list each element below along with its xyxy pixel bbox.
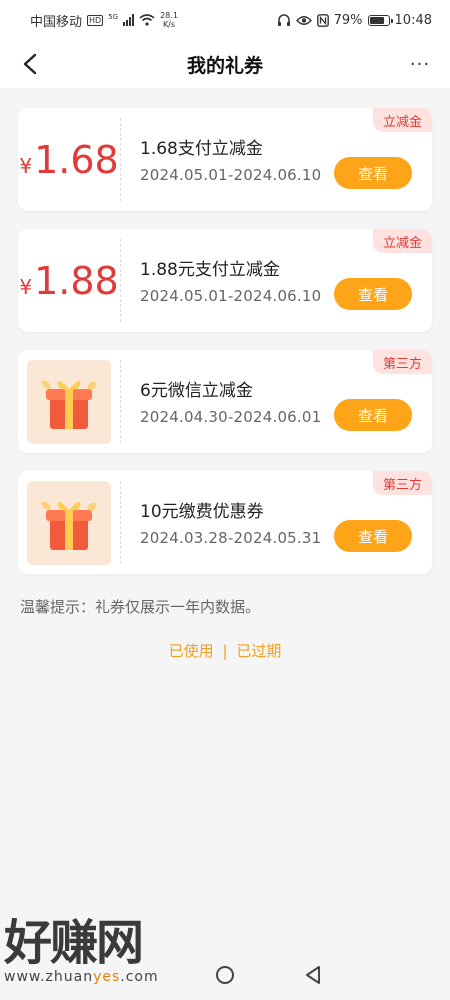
coupon-card: 6元微信立减金 2024.04.30-2024.06.01 查看 第三方 — [18, 350, 432, 453]
gift-box-icon — [27, 480, 111, 565]
coupon-tag: 第三方 — [372, 471, 432, 495]
coupon-dates: 2024.03.28-2024.05.31 — [140, 529, 322, 547]
coupon-dates: 2024.04.30-2024.06.01 — [140, 408, 322, 426]
dashed-divider — [120, 481, 121, 564]
notice-text: 温馨提示：礼券仅展示一年内数据。 — [20, 598, 261, 616]
coupon-list: ¥1.68 1.68支付立减金 2024.05.01-2024.06.10 查看… — [18, 108, 432, 592]
net-speed: 28.1 K/s — [160, 11, 178, 29]
coupon-title: 1.88元支付立减金 — [140, 260, 280, 280]
clock: 10:48 — [394, 12, 432, 28]
nav-bar: 我的礼券 ··· — [0, 40, 450, 88]
status-bar: 中国移动 HD 5G 28.1 K/s 79% 10:48 — [0, 0, 450, 40]
dashed-divider — [120, 360, 121, 443]
home-icon[interactable] — [216, 966, 234, 984]
coupon-image-area — [18, 471, 120, 574]
network-type-label: 5G — [108, 13, 119, 21]
signal-icon — [123, 14, 135, 26]
coupon-title: 10元缴费优惠券 — [140, 502, 264, 522]
coupon-dates: 2024.05.01-2024.06.10 — [140, 287, 322, 305]
carrier-label: 中国移动 — [30, 14, 83, 30]
coupon-title: 6元微信立减金 — [140, 381, 253, 401]
coupon-tag: 立减金 — [372, 108, 432, 132]
dashed-divider — [120, 118, 121, 201]
back-button[interactable] — [16, 50, 44, 78]
gift-box-icon — [27, 359, 111, 444]
coupon-amount-area: ¥1.68 — [18, 108, 120, 211]
battery-icon — [367, 14, 393, 26]
used-link[interactable]: 已使用 — [169, 642, 214, 660]
coupon-title: 1.68支付立减金 — [140, 139, 263, 159]
view-button[interactable]: 查看 — [334, 520, 412, 552]
coupon-amount: ¥1.88 — [19, 258, 119, 303]
coupon-image-area — [18, 350, 120, 453]
battery-percent: 79% — [333, 12, 363, 28]
coupon-tag: 第三方 — [372, 350, 432, 374]
wifi-icon — [139, 14, 155, 26]
view-button[interactable]: 查看 — [334, 278, 412, 310]
coupon-amount-area: ¥1.88 — [18, 229, 120, 332]
coupon-amount: ¥1.68 — [19, 137, 119, 182]
headphones-icon — [277, 13, 290, 26]
coupon-tag: 立减金 — [372, 229, 432, 253]
page-title: 我的礼券 — [186, 54, 263, 77]
view-button[interactable]: 查看 — [334, 399, 412, 431]
eye-icon — [295, 15, 312, 25]
chevron-left-icon — [23, 53, 37, 75]
coupon-card: ¥1.88 1.88元支付立减金 2024.05.01-2024.06.10 查… — [18, 229, 432, 332]
expired-link[interactable]: 已过期 — [236, 642, 281, 660]
more-button[interactable]: ··· — [404, 50, 436, 78]
link-separator: | — [222, 642, 228, 660]
system-nav-bar — [0, 950, 450, 1000]
back-triangle-icon[interactable] — [304, 965, 322, 985]
hd-icon: HD — [87, 14, 104, 26]
coupon-card: 10元缴费优惠券 2024.03.28-2024.05.31 查看 第三方 — [18, 471, 432, 574]
coupon-dates: 2024.05.01-2024.06.10 — [140, 166, 322, 184]
nfc-icon — [316, 13, 329, 27]
dashed-divider — [120, 239, 121, 322]
view-button[interactable]: 查看 — [334, 157, 412, 189]
history-links: 已使用 | 已过期 — [0, 640, 450, 661]
coupon-card: ¥1.68 1.68支付立减金 2024.05.01-2024.06.10 查看… — [18, 108, 432, 211]
